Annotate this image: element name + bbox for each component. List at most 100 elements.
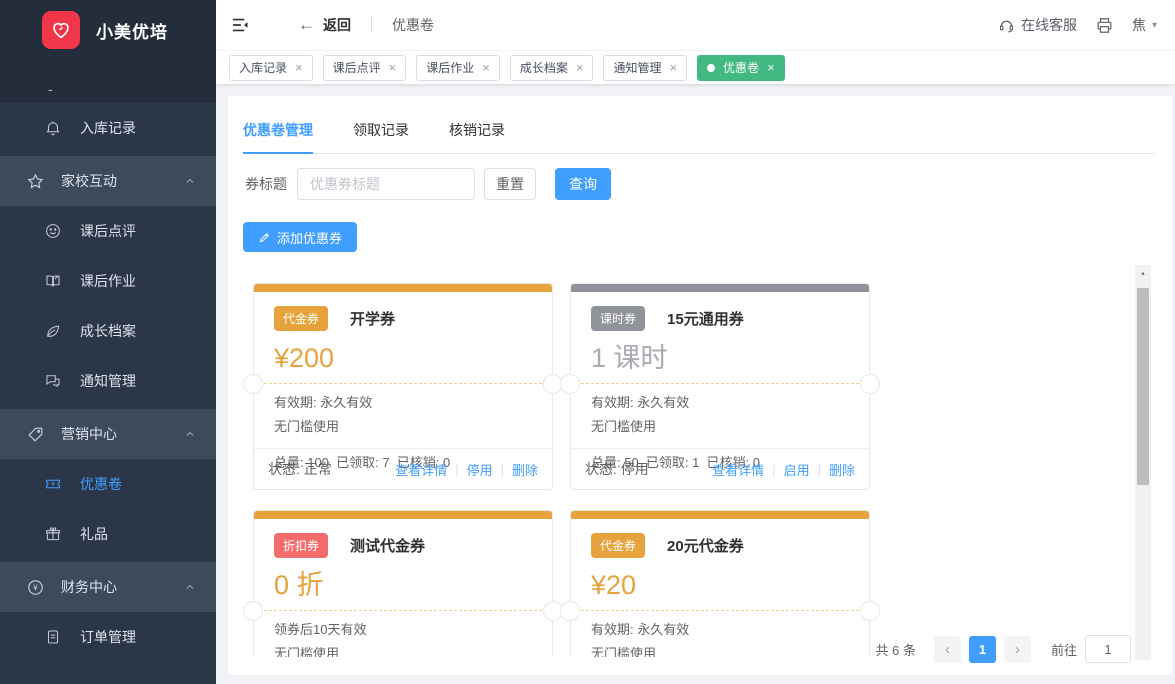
scrollbar-thumb[interactable] [1137,288,1149,485]
star-icon [26,172,44,190]
sidebar-item-kehou-dianping[interactable]: 课后点评 [0,206,216,256]
tag-tab-kehou-zuoye[interactable]: 课后作业 × [416,55,500,81]
menu-fold-icon[interactable] [230,15,250,35]
coupon-panel: 优惠卷管理 领取记录 核销记录 券标题 重置 查询 添加优惠券 代金券 开学券 … [228,96,1172,675]
reset-button[interactable]: 重置 [484,168,536,200]
tag-tab-ruku-jilu[interactable]: 入库记录 × [229,55,313,81]
tab-redeem-records[interactable]: 核销记录 [449,112,505,153]
vertical-scrollbar: ▲ [1135,265,1151,660]
tag-tab-tongzhi-guanli[interactable]: 通知管理 × [603,55,687,81]
current-page-button[interactable]: 1 [969,636,996,663]
close-icon[interactable]: × [482,61,490,74]
ticket-icon: ¥ [44,475,62,493]
sidebar: 小美优培 - 入库记录 家校互动 课后点评 [0,0,216,684]
coupon-cards-scroll-area: 代金券 开学券 ¥200 有效期: 永久有效 无门槛使用 总量: 100 已领取… [243,265,893,657]
coupon-status: 状态: 正常 [268,459,332,479]
view-detail-link[interactable]: 查看详情 [395,460,447,479]
enable-link[interactable]: 启用 [784,460,810,479]
sidebar-item-dingdan-guanli[interactable]: 订单管理 [0,612,216,662]
coupon-title-input[interactable] [297,168,475,200]
sidebar-item-label: 礼品 [80,524,108,544]
smiley-icon [44,222,62,240]
add-coupon-button[interactable]: 添加优惠券 [243,222,357,252]
disable-link[interactable]: 停用 [467,460,493,479]
ticket-notch-left [243,601,263,621]
coupon-amount: 1 课时 [571,342,869,374]
username: 焦 [1132,15,1146,35]
ticket-perforation [254,610,552,611]
coupon-title: 20元代金券 [667,535,744,556]
order-icon [44,628,62,646]
ticket-notch-left [560,601,580,621]
filter-form: 券标题 重置 查询 [245,168,611,200]
view-detail-link[interactable]: 查看详情 [712,460,764,479]
sidebar-item-label: 课后点评 [80,221,136,241]
svg-text:¥: ¥ [51,482,55,488]
delete-link[interactable]: 删除 [829,460,855,479]
ticket-perforation [571,383,869,384]
coupon-card: 代金券 开学券 ¥200 有效期: 永久有效 无门槛使用 总量: 100 已领取… [253,283,553,490]
arrow-left-icon: ← [298,15,315,35]
sidebar-item-lipin[interactable]: 礼品 [0,509,216,559]
search-button[interactable]: 查询 [555,168,611,200]
coupon-type-badge: 代金券 [274,306,328,331]
coupon-type-badge: 代金券 [591,533,645,558]
coupon-card-topbar [571,284,869,292]
tag-tab-kehou-dianping[interactable]: 课后点评 × [323,55,407,81]
coupon-card-topbar [254,284,552,292]
ticket-perforation [254,383,552,384]
bell-icon [44,119,62,137]
sidebar-item-youhuijuan[interactable]: ¥ 优惠卷 [0,459,216,509]
close-icon[interactable]: × [295,61,303,74]
svg-text:¥: ¥ [33,583,38,592]
sidebar-item-tongzhi-guanli[interactable]: 通知管理 [0,356,216,406]
scroll-up-arrow[interactable]: ▲ [1135,265,1151,282]
sidebar-item-kehou-zuoye[interactable]: 课后作业 [0,256,216,306]
sidebar-section-label: 财务中心 [61,577,117,597]
tag-tab-chengzhang-dangan[interactable]: 成长档案 × [510,55,594,81]
sidebar-item-label: 课后作业 [80,271,136,291]
prev-page-button[interactable]: ‹ [934,636,961,663]
tab-claim-records[interactable]: 领取记录 [353,112,409,153]
coupon-info: 领券后10天有效 无门槛使用 [254,611,552,657]
ticket-perforation [571,610,869,611]
close-icon[interactable]: × [669,61,677,74]
coupon-card: 折扣券 测试代金券 0 折 领券后10天有效 无门槛使用 [253,510,553,657]
close-icon[interactable]: × [576,61,584,74]
close-icon[interactable]: × [389,61,397,74]
app-logo: 小美优培 [0,0,216,60]
goto-page-input[interactable] [1085,635,1131,663]
sidebar-item-label: 订单管理 [80,627,136,647]
user-menu[interactable]: 焦 ▾ [1132,15,1157,35]
tab-coupon-management[interactable]: 优惠卷管理 [243,112,313,153]
coupon-status: 状态: 停用 [585,459,649,479]
sidebar-section-yingxiao-zhongxin[interactable]: 营销中心 [0,409,216,459]
coupon-amount: 0 折 [254,569,552,601]
sidebar-item-label: 优惠卷 [80,474,122,494]
sidebar-item-label: 入库记录 [80,118,136,138]
ticket-notch-left [243,374,263,394]
tag-tab-youhuijuan-active[interactable]: 优惠卷 × [697,55,785,81]
navbar-divider [371,17,372,33]
sidebar-item-ruku-jilu[interactable]: 入库记录 [0,103,216,153]
chevron-up-icon [184,428,196,440]
coupon-info: 有效期: 永久有效 无门槛使用 [571,384,869,439]
headset-icon [998,17,1015,34]
chevron-up-icon [184,581,196,593]
next-page-button[interactable]: › [1004,636,1031,663]
back-button[interactable]: ← 返回 [298,15,351,35]
coupon-amount: ¥20 [571,569,869,601]
goto-label: 前往 [1051,640,1077,659]
delete-link[interactable]: 删除 [512,460,538,479]
coupon-card-topbar [571,511,869,519]
close-icon[interactable]: × [767,61,775,74]
sidebar-section-caiwu-zhongxin[interactable]: ¥ 财务中心 [0,562,216,612]
online-support-button[interactable]: 在线客服 [998,15,1077,35]
coupon-title: 测试代金券 [350,535,425,556]
sidebar-item-chengzhang-dangan[interactable]: 成长档案 [0,306,216,356]
sidebar-section-jiaxiao-hudong[interactable]: 家校互动 [0,156,216,206]
printer-icon[interactable] [1095,16,1114,35]
ticket-notch-left [560,374,580,394]
panel-tabs: 优惠卷管理 领取记录 核销记录 [243,112,1155,154]
price-tag-icon [26,425,44,443]
